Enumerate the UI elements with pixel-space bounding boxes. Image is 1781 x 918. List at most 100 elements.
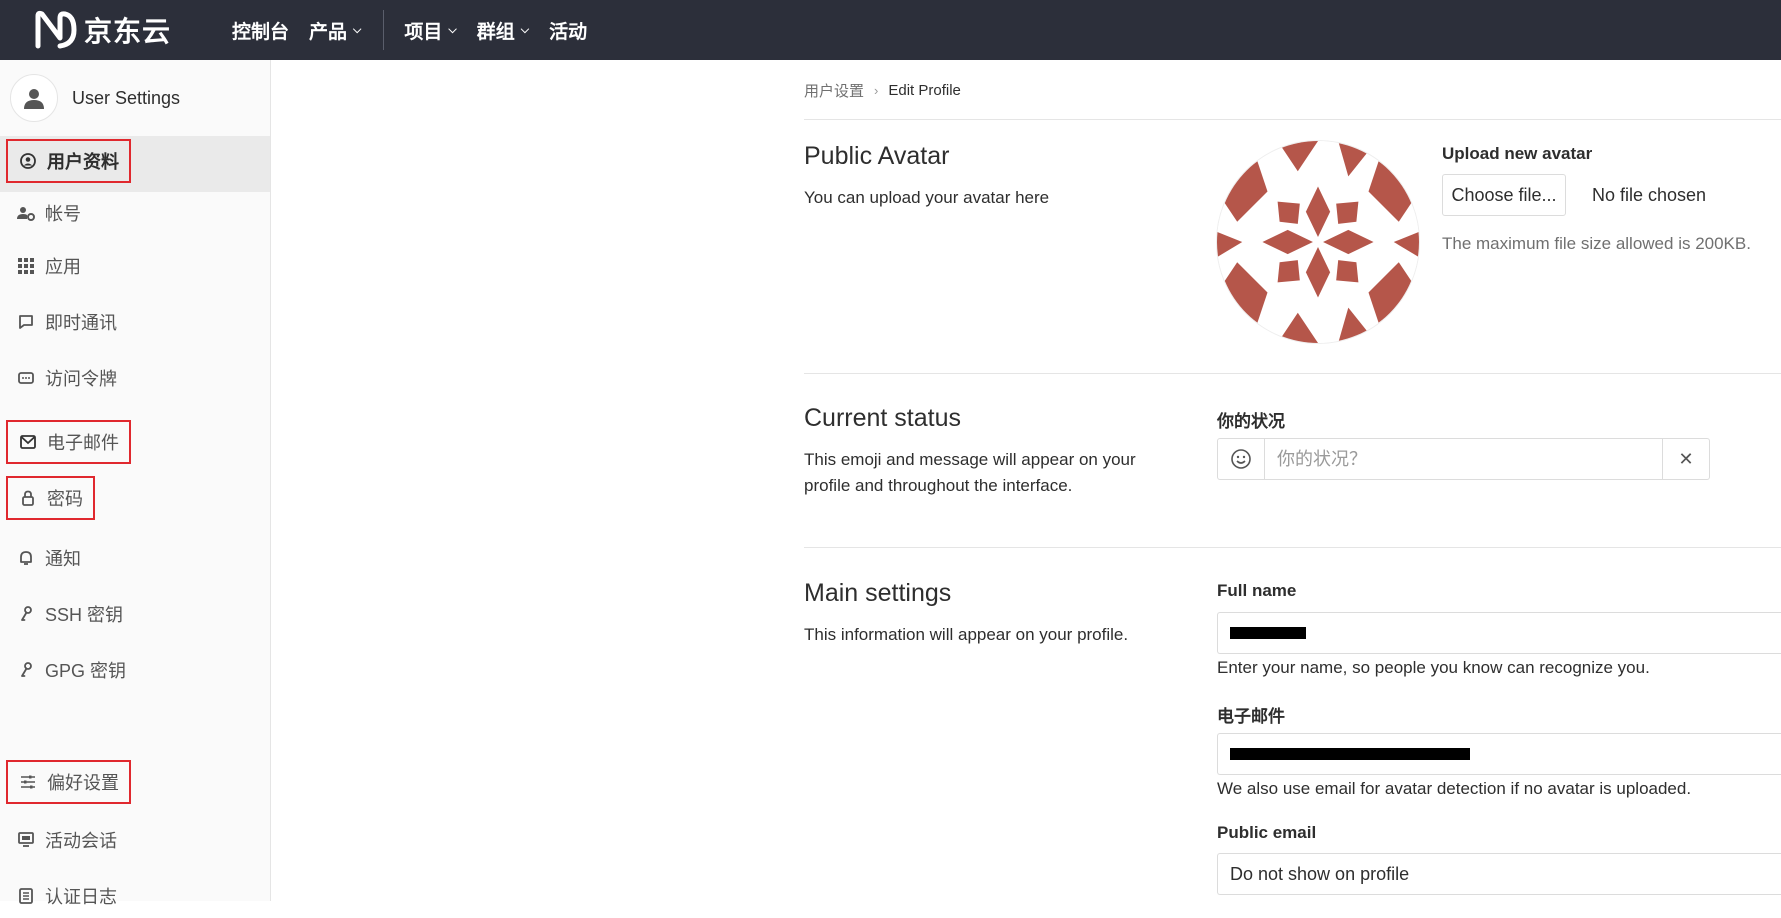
full-name-help: Enter your name, so people you know can … — [1217, 658, 1650, 677]
smiley-icon — [1231, 449, 1251, 469]
email-field[interactable] — [1217, 733, 1781, 775]
sidebar-item-notifications[interactable]: 通知 — [6, 536, 91, 580]
jdcloud-logo-icon — [35, 10, 77, 49]
sidebar-item-label: 访问令牌 — [45, 369, 117, 389]
chevron-down-icon: ⌵ — [448, 23, 457, 36]
nav-groups-label: 群组 — [476, 21, 515, 43]
file-status-text: No file chosen — [1592, 185, 1707, 205]
clear-status-button[interactable]: ✕ — [1662, 439, 1709, 479]
redacted-value — [1230, 627, 1306, 639]
chevron-down-icon: ⌵ — [353, 23, 362, 36]
section-title-main-settings: Main settings — [804, 579, 952, 607]
section-desc-status: This emoji and message will appear on yo… — [804, 450, 1136, 495]
chevron-right-icon: › — [874, 83, 879, 98]
choose-file-button[interactable]: Choose file... — [1442, 174, 1566, 216]
apps-grid-icon — [16, 258, 36, 274]
sidebar-item-email[interactable]: 电子邮件 — [6, 420, 131, 464]
divider — [804, 373, 1781, 374]
status-message-input[interactable] — [1265, 439, 1662, 479]
status-label: 你的状况 — [1217, 412, 1285, 431]
sidebar-item-label: 电子邮件 — [47, 433, 119, 453]
sidebar-item-preferences[interactable]: 偏好设置 — [6, 760, 131, 804]
top-navbar: 京东云 控制台 产品 ⌵ 项目 ⌵ 群组 ⌵ 活动 — [0, 0, 1781, 60]
status-input-group: ✕ — [1217, 438, 1710, 480]
sidebar-item-label: 帐号 — [45, 204, 81, 224]
sidebar-item-label: GPG 密钥 — [45, 661, 127, 681]
email-help: We also use email for avatar detection i… — [1217, 779, 1692, 798]
nav-products-label: 产品 — [309, 21, 348, 43]
chevron-down-icon: ⌵ — [520, 23, 530, 36]
breadcrumb-parent[interactable]: 用户设置 — [804, 80, 864, 101]
nav-activity-label: 活动 — [549, 21, 588, 43]
sidebar-item-label: 用户资料 — [47, 152, 119, 172]
avatar — [10, 74, 58, 122]
sidebar-item-account[interactable]: 帐号 — [6, 191, 91, 235]
brand-name: 京东云 — [84, 16, 172, 47]
nav-divider — [383, 10, 385, 50]
sidebar-item-ssh-keys[interactable]: SSH 密钥 — [6, 592, 133, 636]
nav-console[interactable]: 控制台 — [232, 17, 289, 44]
sidebar-header[interactable]: User Settings — [10, 74, 180, 122]
sidebar-item-applications[interactable]: 应用 — [6, 244, 91, 288]
divider — [804, 119, 1781, 120]
sidebar-item-access-tokens[interactable]: 访问令牌 — [6, 356, 127, 400]
emoji-picker-button[interactable] — [1218, 439, 1265, 479]
sidebar-item-chat[interactable]: 即时通讯 — [6, 300, 127, 344]
user-circle-icon — [18, 153, 38, 169]
identicon-pattern — [1217, 141, 1419, 343]
nav-console-label: 控制台 — [232, 21, 290, 43]
user-silhouette-icon — [24, 89, 44, 109]
redacted-value — [1230, 748, 1470, 760]
sidebar-item-label: 应用 — [45, 257, 81, 277]
nav-projects[interactable]: 项目 ⌵ — [404, 17, 456, 44]
sidebar-item-label: SSH 密钥 — [45, 605, 124, 625]
user-gear-icon — [16, 205, 36, 221]
breadcrumb: 用户设置 › Edit Profile — [804, 80, 961, 101]
key-icon — [16, 662, 36, 678]
sidebar-item-label: 活动会话 — [45, 831, 117, 851]
max-size-hint: The maximum file size allowed is 200KB. — [1442, 234, 1751, 253]
key-icon — [16, 606, 36, 622]
nav-products[interactable]: 产品 ⌵ — [309, 17, 361, 44]
nav-groups[interactable]: 群组 ⌵ — [477, 17, 529, 44]
lock-icon — [18, 490, 38, 506]
sidebar-item-profile[interactable]: 用户资料 — [6, 139, 131, 183]
nav-projects-label: 项目 — [404, 21, 443, 43]
sidebar-item-password[interactable]: 密码 — [6, 476, 95, 520]
divider — [804, 547, 1781, 548]
sidebar-item-label: 即时通讯 — [45, 313, 117, 333]
identicon-avatar — [1216, 140, 1420, 344]
monitor-icon — [16, 832, 36, 848]
sliders-icon — [18, 775, 38, 789]
sidebar-item-gpg-keys[interactable]: GPG 密钥 — [6, 648, 136, 692]
section-desc-main-settings: This information will appear on your pro… — [804, 625, 1129, 644]
sidebar-item-auth-log[interactable]: 认证日志 — [6, 874, 127, 918]
settings-sidebar: User Settings 用户资料 帐号 应用 即时通讯 访问令牌 电子邮件 … — [0, 60, 271, 907]
main-nav: 控制台 产品 ⌵ 项目 ⌵ 群组 ⌵ 活动 — [232, 0, 607, 60]
public-email-label: Public email — [1217, 823, 1317, 842]
log-icon — [16, 888, 36, 904]
sidebar-item-label: 通知 — [45, 549, 81, 569]
token-icon — [16, 372, 36, 384]
upload-avatar-label: Upload new avatar — [1442, 144, 1593, 163]
sidebar-item-label: 密码 — [47, 489, 83, 509]
chat-icon — [16, 314, 36, 330]
section-desc-avatar: You can upload your avatar here — [804, 188, 1050, 207]
brand-logo[interactable]: 京东云 — [34, 8, 171, 52]
sidebar-item-active-sessions[interactable]: 活动会话 — [6, 818, 127, 862]
section-title-avatar: Public Avatar — [804, 142, 950, 170]
email-label: 电子邮件 — [1217, 707, 1285, 726]
close-icon: ✕ — [1678, 448, 1694, 469]
public-email-select[interactable]: Do not show on profile — [1217, 853, 1781, 895]
full-name-label: Full name — [1217, 581, 1297, 600]
nav-activity[interactable]: 活动 — [549, 17, 587, 44]
full-name-field[interactable] — [1217, 612, 1781, 654]
sidebar-item-label: 偏好设置 — [47, 773, 119, 793]
public-email-value: Do not show on profile — [1230, 863, 1410, 884]
sidebar-item-label: 认证日志 — [45, 887, 117, 907]
mail-icon — [18, 435, 38, 449]
sidebar-title: User Settings — [72, 87, 181, 108]
section-title-status: Current status — [804, 404, 962, 432]
bell-icon — [16, 550, 36, 566]
breadcrumb-current: Edit Profile — [888, 82, 961, 99]
